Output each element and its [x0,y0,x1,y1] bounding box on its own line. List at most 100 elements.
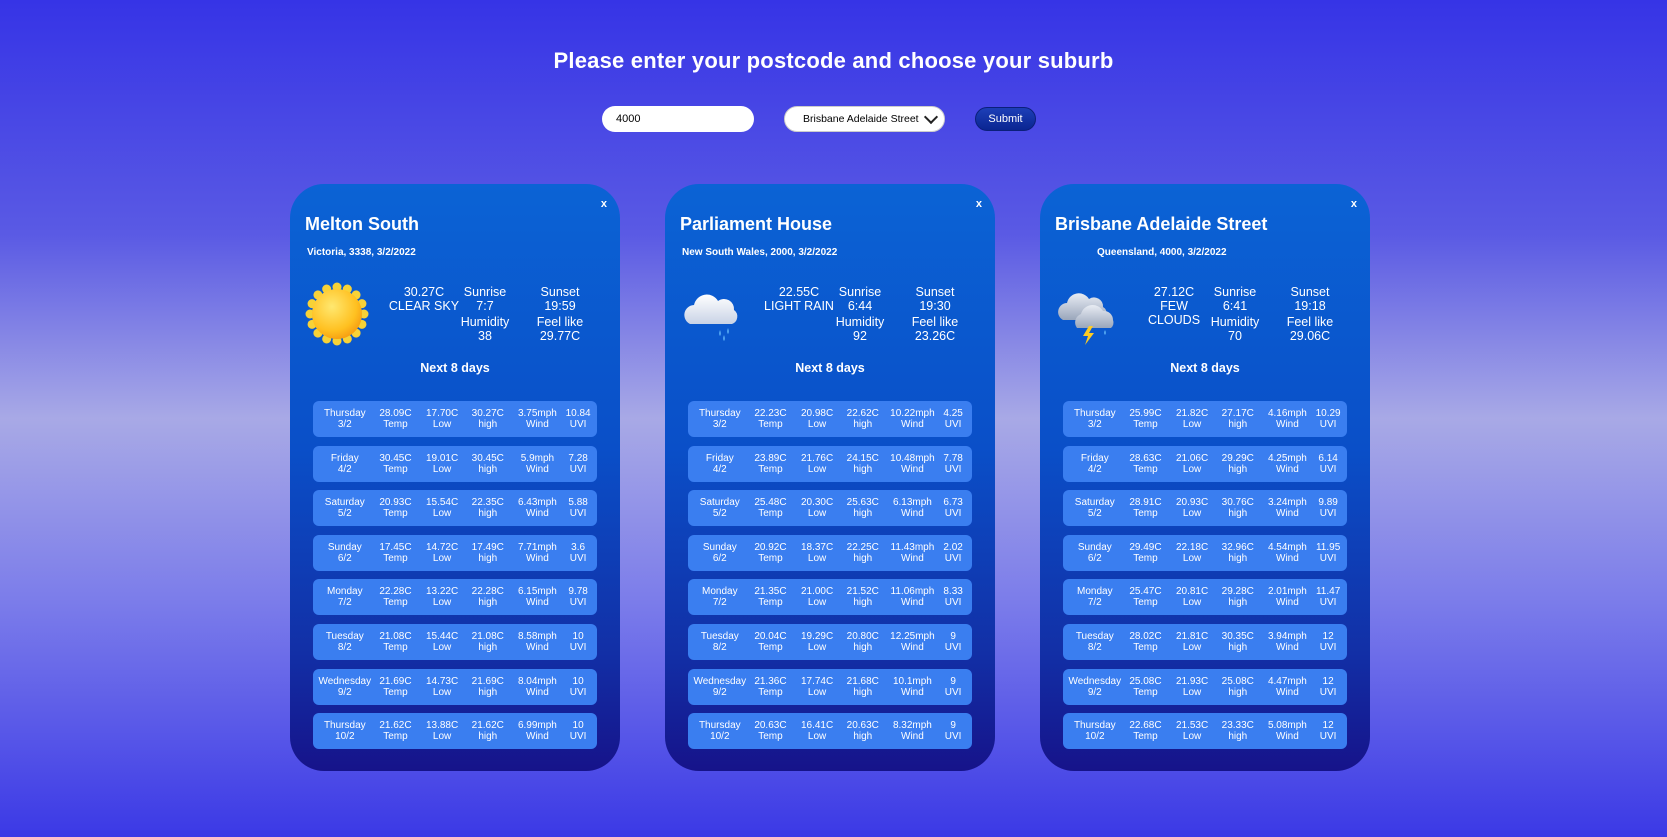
forecast-high: 27.17C high [1221,408,1254,430]
forecast-high: 20.80C high [846,630,879,653]
forecast-temp: 21.08C Temp [379,630,412,653]
forecast-row: Tuesday 8/2 20.04C Temp 19.29C Low 20.80C hi… [688,623,972,660]
storm-cloud-icon [1055,282,1119,346]
close-card-button[interactable]: x [1351,198,1357,210]
forecast-low: 13.88C Low [425,720,459,743]
forecast-wind: 4.54mph Wind [1267,541,1307,564]
forecast-temp: 28.63C Temp [1129,452,1162,475]
humidity-info: Humidity 38 [460,315,510,343]
location-meta: New South Wales, 2000, 3/2/2022 [682,247,838,258]
forecast-wind: 8.04mph Wind [517,675,557,698]
forecast-day: Sunday 6/2 [1077,541,1112,564]
forecast-row: Thursday 3/2 22.23C Temp 20.98C Low 22.62C h… [688,401,972,437]
forecast-uvi: 2.02 UVI [943,541,963,564]
forecast-high: 30.35C high [1221,630,1254,653]
close-card-button[interactable]: x [601,198,607,210]
submit-button[interactable]: Submit [975,107,1036,131]
forecast-wind: 10.1mph Wind [892,675,932,698]
city-name: Parliament House [680,214,833,234]
forecast-high: 21.68C high [846,675,879,698]
forecast-low: 22.18C Low [1175,541,1209,564]
forecast-title: Next 8 days [1170,361,1240,375]
forecast-day: Monday 7/2 [702,586,738,609]
forecast-low: 20.81C Low [1175,586,1209,609]
forecast-high: 29.29C high [1221,452,1254,475]
forecast-uvi: 11.95 UVI [1315,541,1341,564]
forecast-wind: 4.16mph Wind [1267,408,1307,430]
forecast-row: Thursday 10/2 20.63C Temp 16.41C Low 20.63C… [688,713,972,750]
forecast-low: 19.01C Low [425,452,459,475]
feel-like-info: Feel like 23.26C [911,315,959,343]
weather-card: x Melton South Victoria, 3338, 3/2/2022 … [290,184,620,771]
forecast-low: 14.72C Low [425,541,459,564]
city-name: Melton South [305,214,419,234]
forecast-low: 13.22C Low [425,586,459,609]
forecast-wind: 12.25mph Wind [890,630,935,653]
rain-cloud-icon [680,282,744,346]
forecast-day: Thursday 3/2 [1073,408,1116,430]
forecast-uvi: 5.88 UVI [568,497,588,520]
forecast-uvi: 10 UVI [569,630,587,653]
page-heading: Please enter your postcode and choose yo… [553,48,1114,73]
forecast-wind: 6.43mph Wind [517,497,557,520]
forecast-day: Thursday 10/2 [323,720,366,743]
forecast-wind: 7.71mph Wind [517,541,557,564]
forecast-temp: 25.99C Temp [1129,408,1162,430]
forecast-wind: 6.13mph Wind [892,497,932,520]
forecast-wind: 11.43mph Wind [890,541,935,564]
forecast-temp: 28.02C Temp [1129,630,1162,653]
forecast-temp: 20.92C Temp [754,541,787,564]
forecast-wind: 2.01mph Wind [1267,586,1307,609]
forecast-wind: 6.15mph Wind [517,586,557,609]
forecast-high: 25.08C high [1221,675,1254,698]
forecast-row: Monday 7/2 25.47C Temp 20.81C Low 29.28C hig… [1063,579,1347,616]
forecast-row: Saturday 5/2 28.91C Temp 20.93C Low 30.76C h… [1063,490,1347,527]
close-card-button[interactable]: x [976,198,982,210]
forecast-temp: 30.45C Temp [379,452,412,475]
forecast-low: 21.81C Low [1175,630,1209,653]
forecast-row: Thursday 10/2 21.62C Temp 13.88C Low 21.62C… [313,713,597,750]
sunset-info: Sunset 19:18 [1290,285,1330,313]
postcode-input[interactable] [602,106,754,132]
forecast-uvi: 10.29 UVI [1315,408,1341,430]
forecast-low: 15.44C Low [425,630,459,653]
forecast-low: 15.54C Low [425,497,459,520]
forecast-low: 18.37C Low [800,541,834,564]
forecast-wind: 10.48mph Wind [890,452,935,475]
forecast-high: 21.08C high [471,630,504,653]
forecast-day: Friday 4/2 [1080,452,1109,475]
suburb-select-value: Brisbane Adelaide Street [803,113,919,125]
forecast-day: Tuesday 8/2 [1075,630,1114,653]
feel-like-info: Feel like 29.06C [1286,315,1334,343]
forecast-row: Saturday 5/2 25.48C Temp 20.30C Low 25.63C h… [688,490,972,527]
forecast-low: 21.00C Low [800,586,834,609]
forecast-wind: 3.24mph Wind [1267,497,1307,520]
forecast-low: 21.76C Low [800,452,834,475]
forecast-uvi: 9 UVI [944,630,962,653]
forecast-uvi: 11.47 UVI [1315,586,1341,609]
forecast-temp: 25.47C Temp [1129,586,1162,609]
forecast-uvi: 7.28 UVI [568,452,588,475]
forecast-high: 20.63C high [846,720,879,743]
forecast-low: 14.73C Low [425,675,459,698]
forecast-temp: 22.23C Temp [754,408,787,430]
forecast-low: 20.93C Low [1175,497,1209,520]
forecast-row: Friday 4/2 30.45C Temp 19.01C Low 30.45C hig… [313,445,597,482]
suburb-select[interactable]: Brisbane Adelaide Street [784,106,945,132]
sunrise-info: Sunrise 7:7 [463,285,507,313]
location-meta: Victoria, 3338, 3/2/2022 [307,247,416,258]
forecast-high: 32.96C high [1221,541,1254,564]
forecast-uvi: 4.25 UVI [943,408,963,430]
forecast-high: 21.52C high [846,586,879,609]
forecast-high: 29.28C high [1221,586,1254,609]
forecast-high: 30.45C high [471,452,504,475]
forecast-low: 21.82C Low [1175,408,1209,430]
forecast-row: Tuesday 8/2 21.08C Temp 15.44C Low 21.08C hi… [313,623,597,660]
sunrise-info: Sunrise 6:44 [838,285,882,313]
forecast-wind: 5.9mph Wind [520,452,555,475]
forecast-temp: 20.63C Temp [754,720,787,743]
forecast-temp: 28.91C Temp [1129,497,1162,520]
forecast-wind: 3.94mph Wind [1267,630,1307,653]
forecast-day: Saturday 5/2 [699,497,740,520]
forecast-high: 22.62C high [846,408,879,430]
